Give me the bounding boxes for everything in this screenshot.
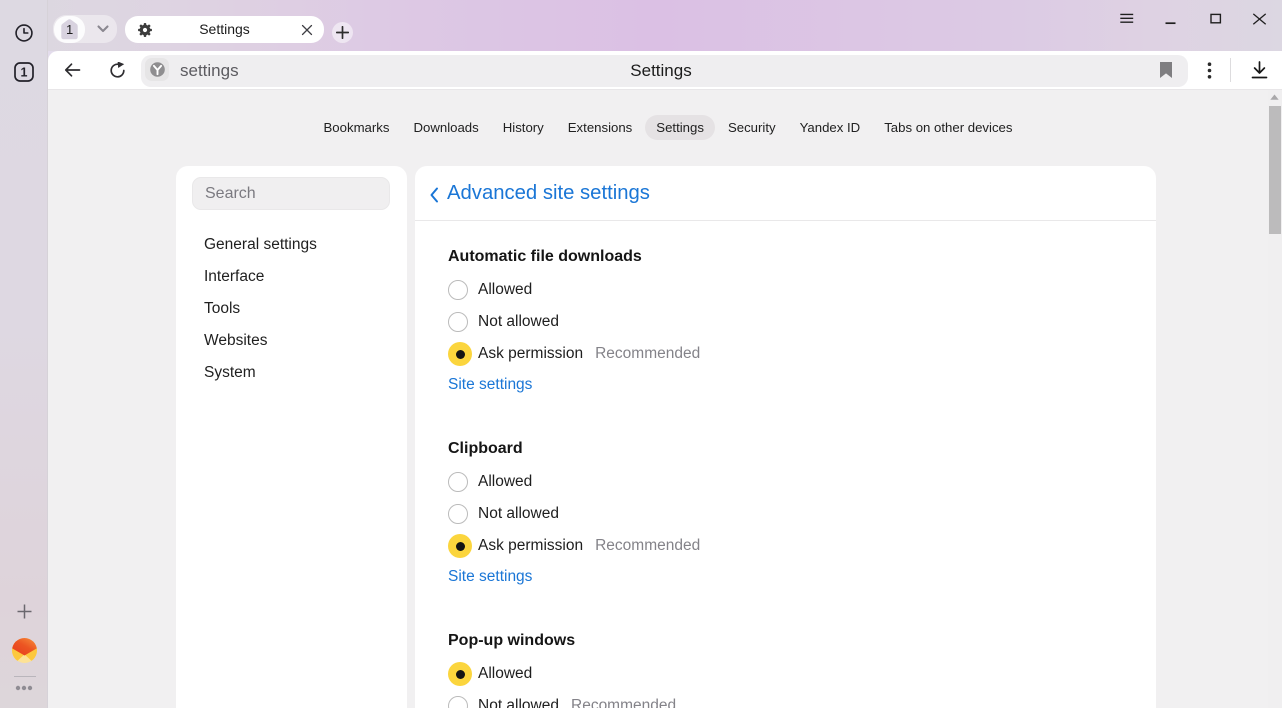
svg-text:1: 1 <box>21 66 28 80</box>
svg-text:1: 1 <box>66 22 73 37</box>
